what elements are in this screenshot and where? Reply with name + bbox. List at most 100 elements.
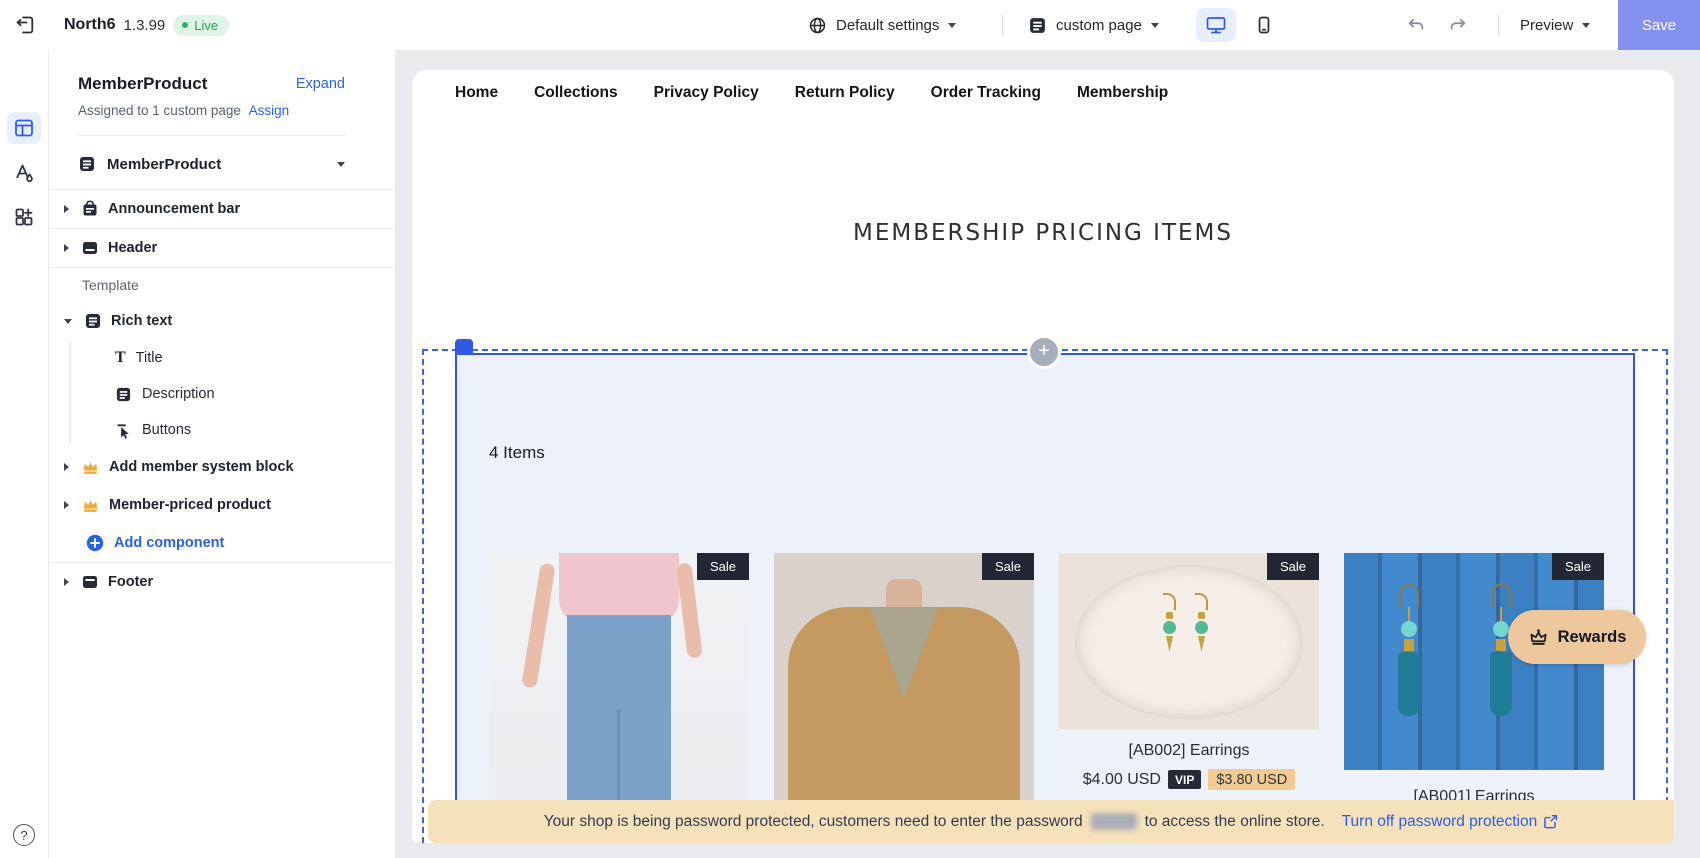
tree-item-footer[interactable]: Footer <box>49 563 395 601</box>
product-price-row: $4.00 USD VIP $3.80 USD <box>1059 769 1319 790</box>
theme-styles-icon <box>13 162 35 184</box>
rich-text-icon <box>84 312 102 330</box>
page-icon <box>78 155 96 173</box>
storefront-preview: Home Collections Privacy Policy Return P… <box>412 70 1674 843</box>
undo-icon[interactable] <box>1406 15 1426 35</box>
page-title: MemberProduct <box>78 74 208 93</box>
mobile-view-button[interactable] <box>1244 8 1284 42</box>
tree-item-description[interactable]: Description <box>49 376 395 412</box>
nav-link-collections[interactable]: Collections <box>534 84 618 102</box>
footer-icon <box>81 573 99 591</box>
exit-editor-icon[interactable] <box>13 13 37 37</box>
selected-section[interactable]: 4 Items Sale Sale Sale [AB002] Earrings … <box>455 353 1635 843</box>
description-icon <box>115 386 132 403</box>
desktop-view-button[interactable] <box>1196 8 1236 42</box>
sale-badge: Sale <box>1551 553 1604 580</box>
tree-item-announcement-bar[interactable]: Announcement bar <box>49 190 395 228</box>
buttons-cursor-icon <box>115 422 132 439</box>
redacted-password <box>1090 813 1137 830</box>
app-version: 1.3.99 <box>123 16 166 34</box>
save-button[interactable]: Save <box>1618 0 1700 50</box>
app-blocks-tab[interactable] <box>7 201 41 233</box>
store-nav: Home Collections Privacy Policy Return P… <box>455 70 1168 116</box>
topbar: North6 1.3.99 Live Default settings cust… <box>0 0 1700 50</box>
add-icon <box>85 533 105 553</box>
app-blocks-icon <box>13 206 35 228</box>
vip-badge: VIP <box>1167 770 1202 789</box>
product-title[interactable]: [AB002] Earrings <box>1059 742 1319 760</box>
tree-item-title[interactable]: T Title <box>49 340 395 376</box>
theme-styles-tab[interactable] <box>7 157 41 189</box>
rewards-button[interactable]: Rewards <box>1508 610 1646 664</box>
icon-rail <box>0 50 48 858</box>
help-icon[interactable] <box>13 824 35 846</box>
divider <box>1498 15 1499 35</box>
banner-text: Your shop is being password protected, c… <box>543 812 1083 830</box>
tree-item-buttons[interactable]: Buttons <box>49 412 395 448</box>
chevron-right-icon[interactable] <box>64 463 69 471</box>
chevron-down-icon <box>1150 22 1159 28</box>
external-link-icon <box>1543 814 1558 829</box>
template-selector[interactable]: MemberProduct <box>78 145 345 183</box>
rewards-crown-icon <box>1528 627 1549 648</box>
sections-tab[interactable] <box>7 112 41 144</box>
sections-icon <box>13 117 35 139</box>
preview-canvas: Home Collections Privacy Policy Return P… <box>395 50 1700 858</box>
turn-off-password-link[interactable]: Turn off password protection <box>1342 813 1559 831</box>
tree-item-add-member-system-block[interactable]: Add member system block <box>49 448 395 486</box>
chevron-right-icon[interactable] <box>64 501 69 509</box>
default-settings-dropdown[interactable]: Default settings <box>808 0 957 50</box>
redo-icon[interactable] <box>1448 15 1468 35</box>
password-protection-banner: Your shop is being password protected, c… <box>428 800 1674 843</box>
chevron-down-icon <box>948 22 957 28</box>
add-section-button[interactable] <box>1027 335 1061 369</box>
nav-link-order-tracking[interactable]: Order Tracking <box>931 84 1041 102</box>
live-badge: Live <box>173 14 230 36</box>
chevron-right-icon[interactable] <box>64 205 69 213</box>
divider <box>48 0 49 858</box>
member-price-badge: $3.80 USD <box>1208 769 1296 790</box>
tree-item-rich-text[interactable]: Rich text <box>49 302 395 340</box>
nav-link-membership[interactable]: Membership <box>1077 84 1168 102</box>
mobile-icon <box>1254 15 1274 35</box>
divider <box>1002 15 1003 35</box>
tree-item-header[interactable]: Header <box>49 229 395 267</box>
sale-badge: Sale <box>1266 553 1319 580</box>
banner-text: to access the online store. <box>1144 812 1325 830</box>
page-heading: MEMBERSHIP PRICING ITEMS <box>853 220 1233 246</box>
brand: North6 1.3.99 Live <box>64 0 230 50</box>
section-drag-handle[interactable] <box>455 339 473 355</box>
device-toggle <box>1196 8 1284 42</box>
tree-item-member-priced-product[interactable]: Member-priced product <box>49 486 395 524</box>
settings-panel: MemberProduct Expand Assigned to 1 custo… <box>49 50 395 858</box>
app-name: North6 <box>64 16 116 33</box>
chevron-right-icon[interactable] <box>64 244 69 252</box>
announcement-icon <box>81 200 99 218</box>
title-icon: T <box>115 349 126 366</box>
product-price: $4.00 USD <box>1082 770 1161 788</box>
chevron-down-icon <box>1582 22 1591 28</box>
add-component-button[interactable]: Add component <box>49 524 395 562</box>
page-type-dropdown[interactable]: custom page <box>1028 0 1159 50</box>
desktop-icon <box>1205 15 1227 35</box>
crown-icon <box>81 496 100 515</box>
crown-icon <box>81 458 100 477</box>
expand-link[interactable]: Expand <box>296 76 345 92</box>
page-icon <box>1028 16 1047 35</box>
chevron-right-icon[interactable] <box>64 578 69 586</box>
section-tree: Announcement bar Header Template Rich te… <box>49 189 395 601</box>
items-count: 4 Items <box>489 443 545 462</box>
chevron-down-icon[interactable] <box>64 318 72 324</box>
chevron-down-icon <box>337 161 345 167</box>
sale-badge: Sale <box>981 553 1034 580</box>
nav-link-privacy-policy[interactable]: Privacy Policy <box>654 84 759 102</box>
header-icon <box>81 239 99 257</box>
sale-badge: Sale <box>696 553 749 580</box>
assigned-text: Assigned to 1 custom page <box>78 103 241 118</box>
preview-dropdown[interactable]: Preview <box>1520 0 1591 50</box>
nav-link-home[interactable]: Home <box>455 84 498 102</box>
live-dot-icon <box>182 22 189 28</box>
nav-link-return-policy[interactable]: Return Policy <box>795 84 895 102</box>
divider <box>78 135 345 136</box>
assign-link[interactable]: Assign <box>249 103 290 118</box>
